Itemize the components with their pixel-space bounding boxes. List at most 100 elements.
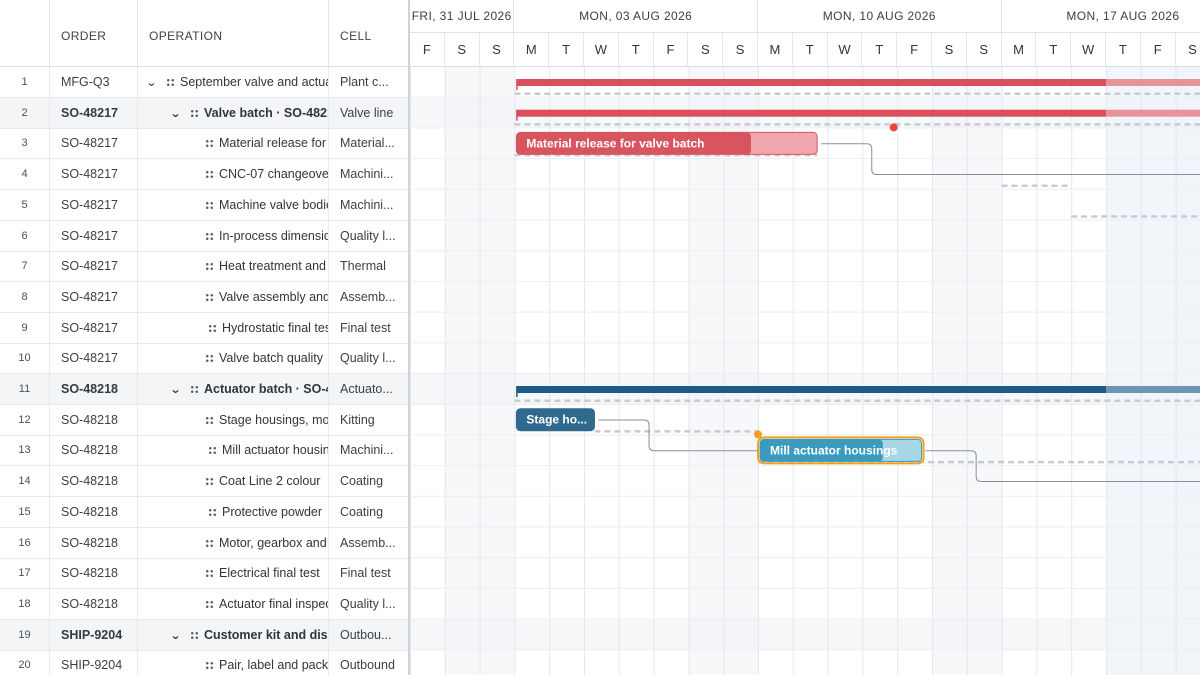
order-id: SO-48218 bbox=[50, 527, 138, 558]
drag-handle-icon[interactable] bbox=[208, 446, 217, 456]
task-row[interactable]: 12SO-48218 Stage housings, motors Kitting bbox=[0, 404, 408, 436]
drag-handle-icon[interactable] bbox=[205, 661, 214, 671]
order-column-header[interactable]: ORDER bbox=[50, 0, 138, 67]
summary-bar[interactable] bbox=[516, 109, 1106, 117]
task-row-group[interactable]: 19SHIP-9204 ⌄ Customer kit and dispatch Out… bbox=[0, 619, 408, 651]
cell-name: Quality l... bbox=[340, 351, 396, 366]
task-row[interactable]: 20 SHIP-9204 Pair, label and pack Outbound bbox=[0, 650, 408, 675]
task-row-group[interactable]: 2 SO-48217 ⌄ Valve batch · SO-48217 Valve li… bbox=[0, 97, 408, 129]
operation-cell[interactable]: Protective powder bbox=[138, 496, 329, 527]
operation-cell[interactable]: Hydrostatic final test bbox=[138, 312, 329, 343]
drag-handle-icon[interactable] bbox=[205, 231, 214, 241]
cell-name: Final test bbox=[340, 320, 391, 335]
drag-handle-icon[interactable] bbox=[208, 507, 217, 517]
day-header: F bbox=[1141, 33, 1176, 67]
operation-cell[interactable]: Electrical final test bbox=[138, 558, 329, 589]
operation-cell[interactable]: CNC-07 changeover bbox=[138, 159, 329, 190]
operation-cell[interactable]: Heat treatment and bbox=[138, 251, 329, 282]
task-marker-dot[interactable] bbox=[754, 430, 762, 439]
drag-handle-icon[interactable] bbox=[205, 569, 214, 579]
drag-handle-icon[interactable] bbox=[205, 477, 214, 487]
summary-bar[interactable] bbox=[516, 386, 1106, 393]
operation-cell[interactable]: ⌄ Customer kit and dispatch bbox=[138, 619, 329, 650]
operation-cell[interactable]: Motor, gearbox and bbox=[138, 527, 329, 558]
day-header: W bbox=[828, 33, 863, 67]
operation-cell[interactable]: Mill actuator housings bbox=[138, 435, 329, 466]
operation-name: Electrical final test bbox=[219, 566, 320, 581]
operation-cell[interactable]: Stage housings, motors bbox=[138, 404, 329, 435]
operation-cell[interactable]: Material release for valve batch bbox=[138, 128, 329, 159]
task-row[interactable]: 7 SO-48217 Heat treatment and Thermal bbox=[0, 251, 408, 283]
task-row-group[interactable]: 11SO-48218 ⌄ Actuator batch · SO-48218 Actu… bbox=[0, 374, 408, 405]
drag-handle-icon[interactable] bbox=[208, 323, 217, 333]
task-row[interactable]: 5 SO-48217 Machine valve bodies Machini... bbox=[0, 189, 408, 221]
task-row[interactable]: 15 SO-48218 Protective powder Coating bbox=[0, 496, 408, 528]
chevron-down-icon[interactable]: ⌄ bbox=[170, 375, 183, 404]
summary-bar[interactable] bbox=[516, 79, 1106, 86]
row-number: 4 bbox=[0, 159, 50, 190]
task-row[interactable]: 6SO-48217 In-process dimensional Quality l… bbox=[0, 220, 408, 252]
operation-cell[interactable]: ⌄ Valve batch · SO-48217 bbox=[138, 97, 329, 128]
drag-handle-icon[interactable] bbox=[190, 108, 199, 118]
task-row[interactable]: 16 SO-48218 Motor, gearbox and Assemb... bbox=[0, 527, 408, 559]
order-id: SO-48217 bbox=[50, 159, 138, 190]
cell-name: Actuato... bbox=[340, 382, 393, 396]
drag-handle-icon[interactable] bbox=[205, 292, 214, 302]
day-header: M bbox=[758, 33, 793, 67]
task-row[interactable]: 1MFG-Q3 ⌄ September valve and actuator Plan… bbox=[0, 67, 408, 98]
operation-cell[interactable]: ⌄ September valve and actuator bbox=[138, 67, 329, 97]
day-header: T bbox=[1106, 33, 1141, 67]
task-row[interactable]: 18SO-48218 Actuator final inspection Quali… bbox=[0, 588, 408, 620]
row-number: 10 bbox=[0, 343, 50, 374]
operation-column-header[interactable]: OPERATION bbox=[138, 0, 329, 67]
order-id: SO-48218 bbox=[50, 558, 138, 589]
row-number-column-header[interactable] bbox=[0, 0, 50, 67]
task-row[interactable]: 14 SO-48218 Coat Line 2 colour Coating bbox=[0, 466, 408, 498]
chevron-down-icon[interactable]: ⌄ bbox=[170, 621, 183, 650]
drag-handle-icon[interactable] bbox=[205, 415, 214, 425]
operation-cell[interactable]: Coat Line 2 colour bbox=[138, 466, 329, 497]
operation-cell[interactable]: Valve batch quality bbox=[138, 343, 329, 374]
row-number: 18 bbox=[0, 588, 50, 619]
drag-handle-icon[interactable] bbox=[166, 78, 175, 87]
drag-handle-icon[interactable] bbox=[205, 200, 214, 210]
task-row[interactable]: 9 SO-48217 Hydrostatic final test Final tes… bbox=[0, 312, 408, 344]
order-id: SO-48217 bbox=[50, 281, 138, 312]
gantt-chart-area[interactable]: Material release for valve batch Stage ho… bbox=[410, 67, 1200, 675]
drag-handle-icon[interactable] bbox=[190, 630, 199, 640]
drag-handle-icon[interactable] bbox=[190, 385, 199, 394]
drag-handle-icon[interactable] bbox=[205, 170, 214, 180]
operation-name: Customer kit and dispatch bbox=[204, 627, 328, 642]
day-header: S bbox=[1176, 33, 1200, 67]
operation-name: Machine valve bodies bbox=[219, 197, 329, 212]
operation-cell[interactable]: Valve assembly and bbox=[138, 281, 329, 312]
operation-cell[interactable]: Pair, label and pack bbox=[138, 650, 329, 675]
task-row[interactable]: 10 SO-48217 Valve batch quality Quality l..… bbox=[0, 343, 408, 375]
operation-cell[interactable]: ⌄ Actuator batch · SO-48218 bbox=[138, 374, 329, 404]
task-row[interactable]: 17 SO-48218 Electrical final test Final tes… bbox=[0, 558, 408, 590]
summary-bar-highlight[interactable] bbox=[1106, 386, 1200, 393]
summary-bar-highlight[interactable] bbox=[1106, 79, 1200, 86]
operation-name: Coat Line 2 colour bbox=[219, 474, 321, 489]
operation-cell[interactable]: In-process dimensional bbox=[138, 220, 329, 251]
chevron-down-icon[interactable]: ⌄ bbox=[146, 68, 159, 97]
task-marker-dot[interactable] bbox=[889, 123, 898, 132]
row-number: 12 bbox=[0, 404, 50, 435]
operation-cell[interactable]: Actuator final inspection bbox=[138, 588, 329, 619]
operation-cell[interactable]: Machine valve bodies bbox=[138, 189, 329, 220]
drag-handle-icon[interactable] bbox=[205, 599, 214, 609]
drag-handle-icon[interactable] bbox=[205, 538, 214, 548]
chevron-down-icon[interactable]: ⌄ bbox=[170, 99, 183, 128]
drag-handle-icon[interactable] bbox=[205, 139, 214, 149]
cell-column-header[interactable]: CELL bbox=[329, 0, 408, 67]
drag-handle-icon[interactable] bbox=[205, 262, 214, 272]
operation-name: Protective powder bbox=[222, 504, 323, 519]
task-row[interactable]: 3SO-48217 Material release for valve batc… bbox=[0, 128, 408, 160]
gantt-timeline[interactable]: FRI, 31 JUL 2026 MON, 03 AUG 2026 MON, 10 … bbox=[410, 0, 1200, 675]
drag-handle-icon[interactable] bbox=[205, 354, 214, 364]
summary-bar-highlight[interactable] bbox=[1106, 109, 1200, 117]
task-row[interactable]: 13SO-48218 Mill actuator housings Machini.… bbox=[0, 435, 408, 467]
task-row[interactable]: 4 SO-48217 CNC-07 changeover Machini... bbox=[0, 159, 408, 191]
day-header: W bbox=[1071, 33, 1106, 67]
task-row[interactable]: 8 SO-48217 Valve assembly and Assemb... bbox=[0, 281, 408, 313]
